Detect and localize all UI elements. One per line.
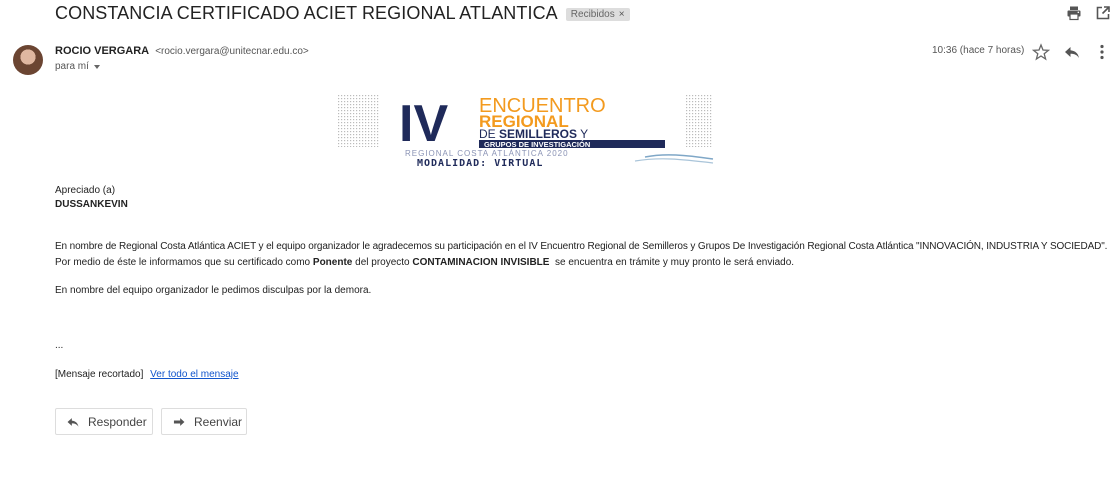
project-name: CONTAMINACION INVISIBLE — [412, 257, 550, 268]
print-icon[interactable] — [1066, 5, 1082, 21]
paragraph-certificate-text-c: se encuentra en trámite y muy pronto le … — [549, 257, 795, 268]
trimmed-content-ellipsis[interactable]: ... — [55, 340, 63, 351]
banner-line-6: MODALIDAD: VIRTUAL — [417, 158, 543, 169]
banner-line-5: REGIONAL COSTA ATLÁNTICA 2020 — [405, 149, 569, 158]
reply-icon[interactable] — [1063, 43, 1081, 61]
email-subject: CONSTANCIA CERTIFICADO ACIET REGIONAL AT… — [55, 2, 558, 23]
sender-avatar[interactable] — [13, 45, 43, 75]
clipped-message-notice: [Mensaje recortado] Ver todo el mensaje — [55, 369, 239, 380]
subject-row: CONSTANCIA CERTIFICADO ACIET REGIONAL AT… — [55, 2, 630, 24]
inbox-label-chip[interactable]: Recibidos × — [565, 7, 630, 21]
reply-button[interactable]: Responder — [55, 408, 153, 435]
decorative-dot-grid-left — [337, 95, 379, 147]
label-text: Recibidos — [570, 8, 615, 20]
forward-button[interactable]: Reenviar — [161, 408, 247, 435]
banner-line-3-prefix: DE — [479, 127, 496, 141]
paragraph-certificate-text-b: del proyecto — [352, 257, 413, 268]
paragraph-certificate-text-a: Por medio de éste le informamos que su c… — [55, 257, 313, 268]
sender-name[interactable]: ROCIO VERGARA — [55, 45, 149, 57]
event-banner-image: IV ENCUENTRO REGIONAL DE SEMILLEROS Y GR… — [337, 95, 714, 169]
banner-line-3-suffix: Y — [580, 127, 588, 141]
banner-line-3: DE SEMILLEROS Y — [479, 127, 588, 141]
clipped-message-label: [Mensaje recortado] — [55, 369, 144, 380]
recipient-name: DUSSANKEVIN — [55, 199, 128, 210]
star-icon[interactable] — [1032, 43, 1050, 61]
greeting: Apreciado (a) — [55, 185, 116, 196]
sender-info: ROCIO VERGARA <rocio.vergara@unitecnar.e… — [55, 45, 309, 57]
recipient-label: para mí — [55, 61, 89, 72]
email-timestamp: 10:36 (hace 7 horas) — [932, 45, 1025, 56]
participant-role: Ponente — [312, 257, 353, 268]
caret-down-icon[interactable] — [93, 64, 100, 69]
reply-button-label: Responder — [88, 414, 147, 429]
forward-icon — [173, 417, 185, 426]
reply-icon — [67, 417, 79, 427]
sender-email: <rocio.vergara@unitecnar.edu.co> — [155, 46, 309, 57]
remove-label-button[interactable]: × — [619, 9, 625, 20]
recipient-details-toggle[interactable]: para mí — [55, 61, 100, 72]
more-vert-icon[interactable] — [1093, 43, 1111, 61]
paragraph-thanks: En nombre de Regional Costa Atlántica AC… — [55, 241, 1108, 252]
banner-numeral: IV — [399, 95, 448, 153]
banner-line-4: GRUPOS DE INVESTIGACIÓN — [484, 140, 590, 149]
decorative-dot-grid-right — [685, 95, 713, 147]
forward-button-label: Reenviar — [194, 414, 243, 429]
paragraph-certificate: Por medio de éste le informamos que su c… — [55, 257, 794, 268]
view-full-message-link[interactable]: Ver todo el mensaje — [150, 369, 238, 380]
paragraph-apology: En nombre del equipo organizador le pedi… — [55, 285, 372, 296]
banner-line-3-main: SEMILLEROS — [499, 127, 577, 141]
open-new-window-icon[interactable] — [1095, 5, 1111, 21]
